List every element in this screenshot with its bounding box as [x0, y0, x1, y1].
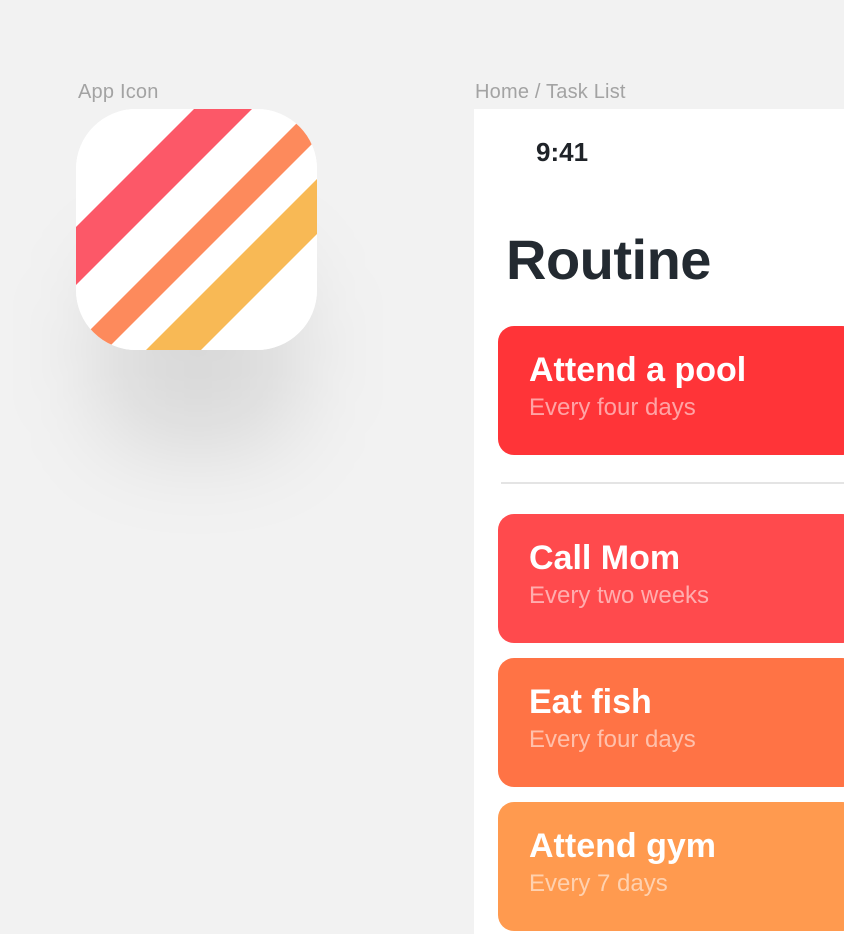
- task-frequency: Every two weeks: [529, 582, 710, 609]
- task-frequency: Every four days: [529, 394, 696, 421]
- section-divider: [501, 482, 844, 484]
- task-title: Attend a pool: [529, 351, 747, 389]
- task-card-call-mom[interactable]: Call Mom Every two weeks: [498, 514, 844, 643]
- task-title: Eat fish: [529, 683, 652, 721]
- task-card-eat-fish[interactable]: Eat fish Every four days: [498, 658, 844, 787]
- home-section-label: Home / Task List: [475, 81, 626, 103]
- page-title: Routine: [506, 228, 711, 291]
- task-title: Call Mom: [529, 539, 681, 577]
- diagonal-stripes-icon: [76, 109, 317, 350]
- task-title: Attend gym: [529, 827, 716, 865]
- task-card-attend-a-pool[interactable]: Attend a pool Every four days: [498, 326, 844, 455]
- app-icon-section-label: App Icon: [78, 81, 159, 103]
- task-frequency: Every four days: [529, 726, 696, 753]
- status-bar-time: 9:41: [536, 137, 589, 167]
- task-frequency: Every 7 days: [529, 870, 668, 897]
- task-card-attend-gym[interactable]: Attend gym Every 7 days: [498, 802, 844, 931]
- app-icon: [76, 109, 317, 350]
- phone-screen: 9:41 Routine Attend a pool Every four da…: [474, 109, 844, 934]
